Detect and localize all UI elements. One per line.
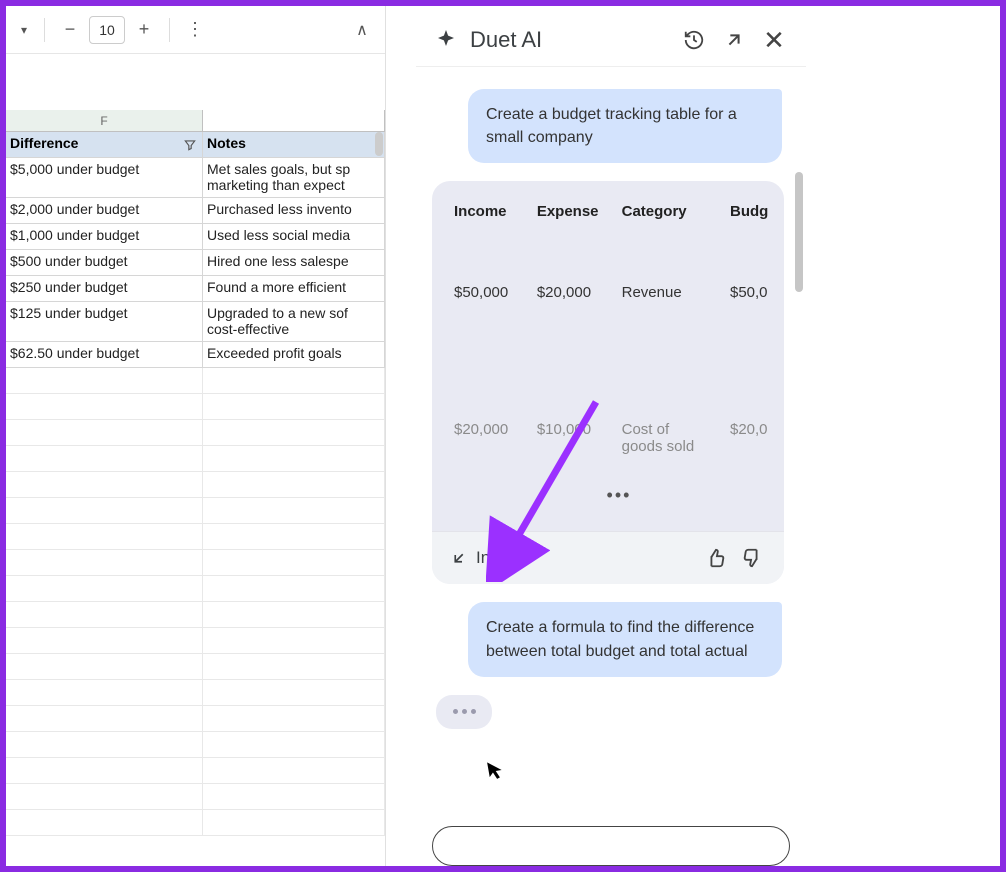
- cell-notes[interactable]: Used less social media: [203, 224, 385, 249]
- header-difference-label: Difference: [10, 135, 78, 151]
- more-options-button[interactable]: ⋮: [180, 15, 210, 45]
- thumbs-down-button[interactable]: [738, 544, 766, 572]
- cell-notes[interactable]: Found a more efficient: [203, 276, 385, 301]
- collapse-toolbar-icon[interactable]: ∧: [347, 15, 377, 45]
- duet-star-icon: [434, 28, 458, 52]
- user-prompt-bubble: Create a budget tracking table for a sma…: [468, 89, 782, 163]
- cell-difference[interactable]: $2,000 under budget: [6, 198, 203, 223]
- cell-notes[interactable]: Hired one less salespe: [203, 250, 385, 275]
- table-row[interactable]: $5,000 under budget Met sales goals, but…: [6, 158, 385, 198]
- col-income: Income: [454, 203, 519, 220]
- column-headers: F: [6, 110, 385, 132]
- cell-difference[interactable]: $250 under budget: [6, 276, 203, 301]
- toolbar: ▾ − 10 + ⋮ ∧: [6, 6, 385, 54]
- insert-label: Insert: [476, 548, 519, 568]
- close-icon[interactable]: ✕: [760, 26, 788, 54]
- cell-difference[interactable]: $125 under budget: [6, 302, 203, 341]
- panel-header: Duet AI ✕: [416, 12, 806, 67]
- response-card: Income Expense Category Budg $50,000 $20…: [432, 181, 784, 584]
- cell: Revenue: [622, 284, 712, 301]
- cell: $20,000: [454, 421, 519, 438]
- panel-title: Duet AI: [470, 27, 542, 53]
- cell-notes[interactable]: Purchased less invento: [203, 198, 385, 223]
- cell: $20,0: [730, 421, 784, 438]
- font-dropdown-caret-icon[interactable]: ▾: [14, 15, 34, 45]
- history-icon[interactable]: [680, 26, 708, 54]
- thumbs-up-button[interactable]: [702, 544, 730, 572]
- col-expense: Expense: [537, 203, 604, 220]
- spreadsheet-pane: ▾ − 10 + ⋮ ∧ F Difference: [6, 6, 386, 866]
- col-category: Category: [622, 203, 712, 220]
- cell-difference[interactable]: $500 under budget: [6, 250, 203, 275]
- table-row[interactable]: $1,000 under budget Used less social med…: [6, 224, 385, 250]
- font-size-increase-button[interactable]: +: [129, 15, 159, 45]
- response-footer: Insert: [432, 531, 784, 584]
- cell-notes[interactable]: Exceeded profit goals: [203, 342, 385, 367]
- duet-ai-panel: Duet AI ✕ Create a budget tracking table…: [416, 12, 806, 866]
- vertical-scrollbar[interactable]: [375, 132, 383, 156]
- cell: $20,000: [537, 284, 604, 301]
- cell: $10,000: [537, 421, 604, 438]
- data-table: Difference Notes $5,000 under budget Met…: [6, 132, 385, 836]
- font-size-decrease-button[interactable]: −: [55, 15, 85, 45]
- user-prompt-bubble: Create a formula to find the difference …: [468, 602, 782, 676]
- more-rows-icon[interactable]: •••: [454, 485, 784, 506]
- cell-difference[interactable]: $5,000 under budget: [6, 158, 203, 197]
- table-row[interactable]: $62.50 under budget Exceeded profit goal…: [6, 342, 385, 368]
- cell: $50,000: [454, 284, 519, 301]
- prompt-input[interactable]: [432, 826, 790, 866]
- header-difference[interactable]: Difference: [6, 132, 203, 157]
- table-row[interactable]: $500 under budget Hired one less salespe: [6, 250, 385, 276]
- header-notes[interactable]: Notes: [203, 132, 385, 157]
- cell-notes[interactable]: Upgraded to a new sofcost-effective: [203, 302, 385, 341]
- panel-body: Create a budget tracking table for a sma…: [416, 67, 806, 814]
- cell-notes[interactable]: Met sales goals, but spmarketing than ex…: [203, 158, 385, 197]
- expand-icon[interactable]: [720, 26, 748, 54]
- col-budget: Budg: [730, 203, 784, 220]
- table-row[interactable]: $250 under budget Found a more efficient: [6, 276, 385, 302]
- insert-button[interactable]: Insert: [450, 548, 519, 568]
- cell: $50,0: [730, 284, 784, 301]
- response-table: Income Expense Category Budg $50,000 $20…: [432, 181, 784, 531]
- insert-arrow-icon: [450, 549, 468, 567]
- cell-difference[interactable]: $62.50 under budget: [6, 342, 203, 367]
- filter-icon[interactable]: [182, 137, 198, 153]
- cell: Cost of goods sold: [622, 421, 712, 455]
- cell-difference[interactable]: $1,000 under budget: [6, 224, 203, 249]
- column-header-G[interactable]: [203, 110, 385, 131]
- table-header-row: Difference Notes: [6, 132, 385, 158]
- font-size-input[interactable]: 10: [89, 16, 125, 44]
- table-row[interactable]: $2,000 under budget Purchased less inven…: [6, 198, 385, 224]
- table-row[interactable]: $125 under budget Upgraded to a new sofc…: [6, 302, 385, 342]
- column-header-F[interactable]: F: [6, 110, 203, 131]
- loading-indicator: [436, 695, 492, 729]
